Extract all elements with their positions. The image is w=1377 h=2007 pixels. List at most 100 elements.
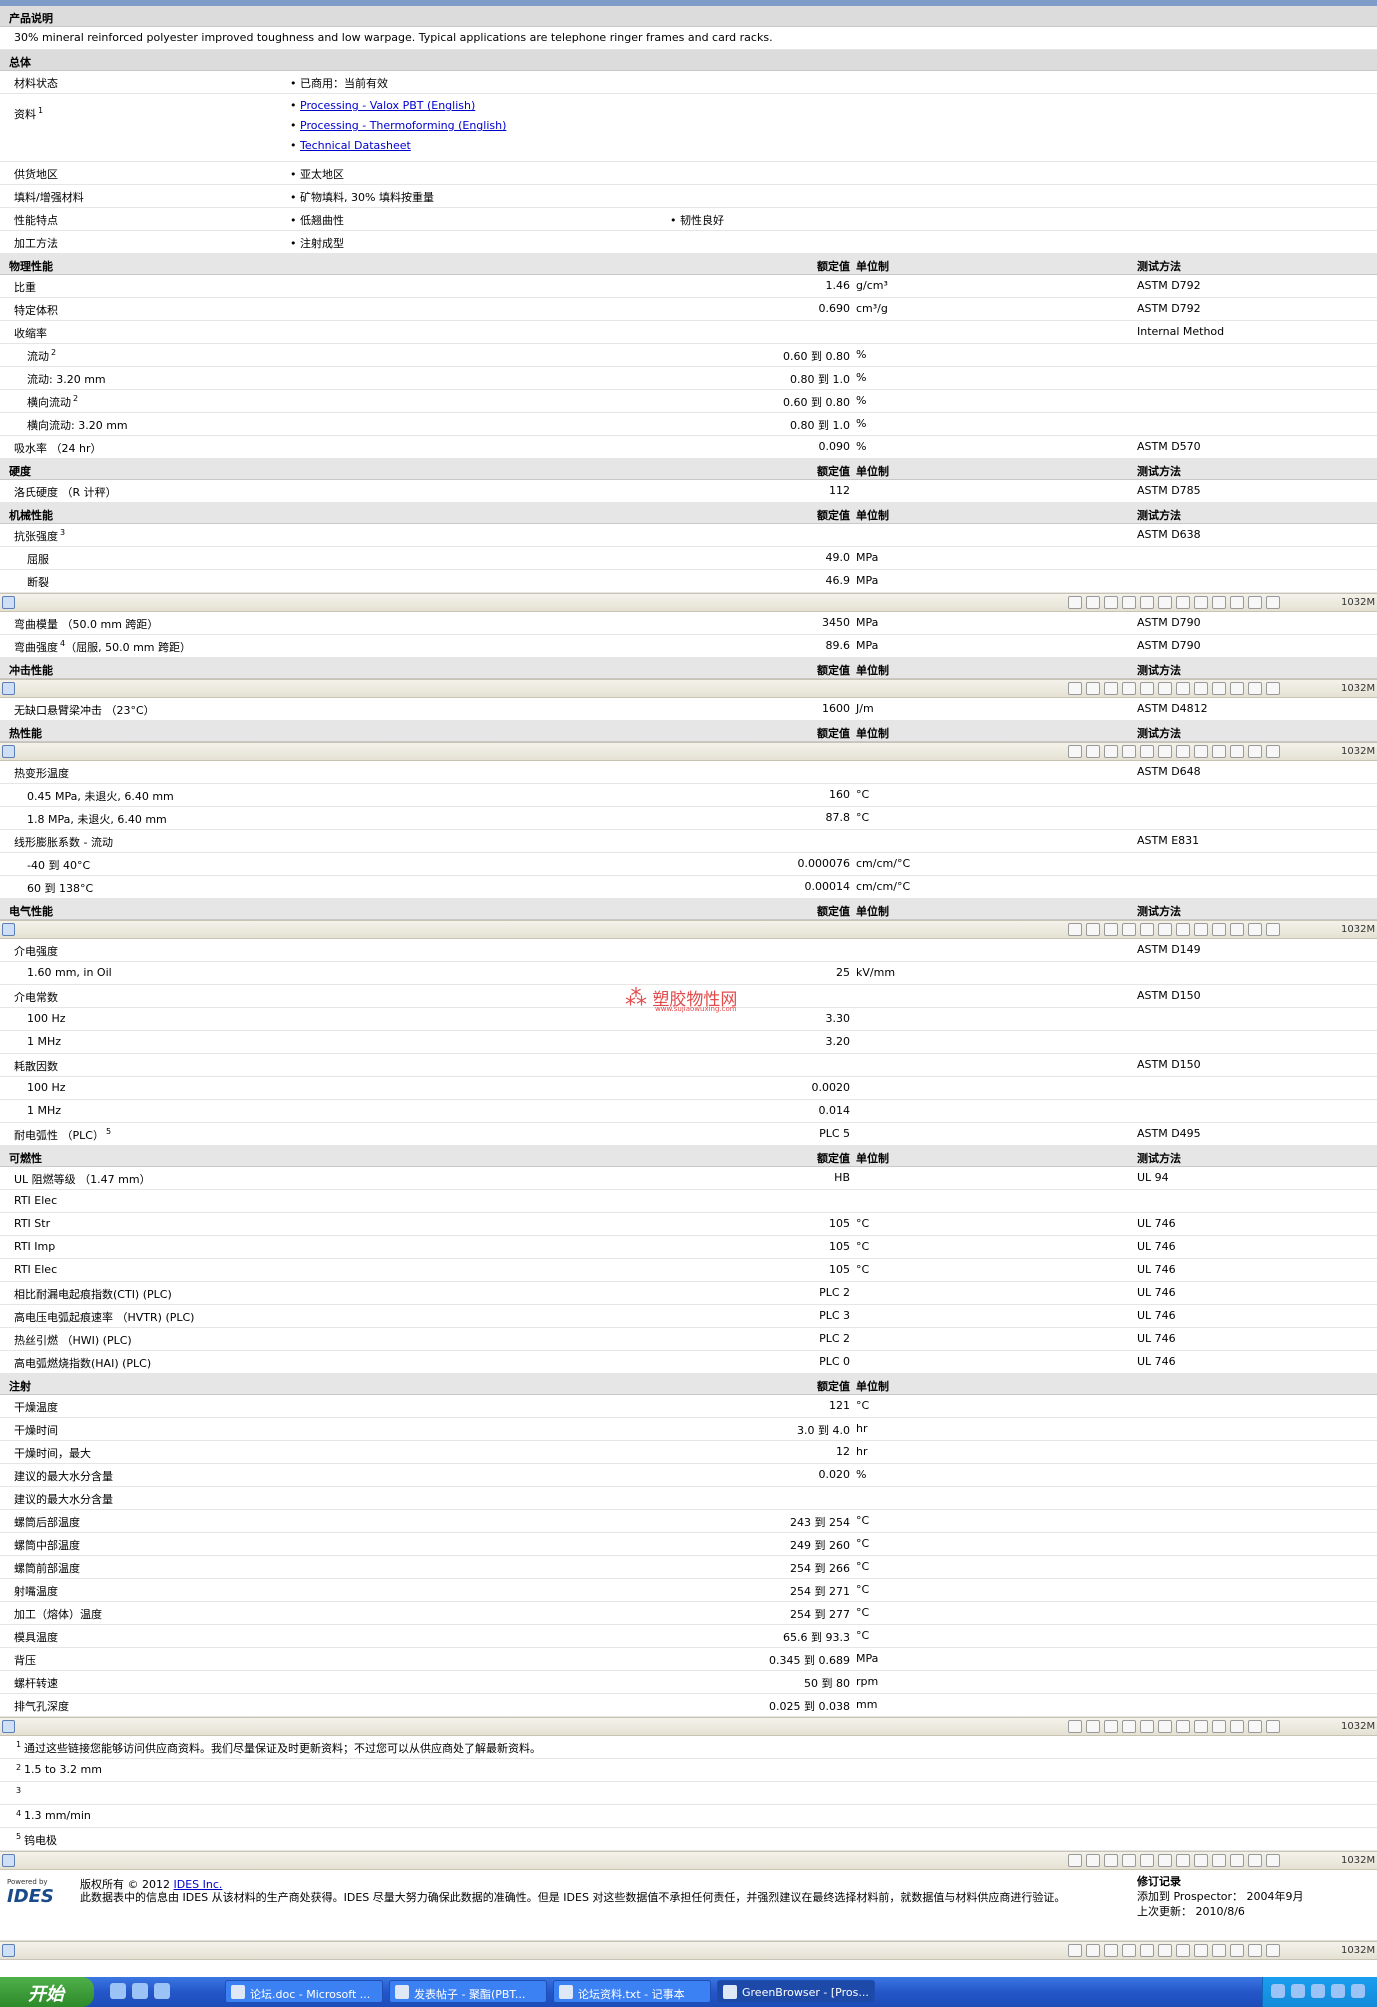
copy-icon[interactable]	[1248, 1854, 1262, 1867]
discuss-icon[interactable]	[1230, 745, 1244, 758]
discuss-icon[interactable]	[1230, 596, 1244, 609]
history-icon[interactable]	[1158, 682, 1172, 695]
stop-icon[interactable]	[1086, 682, 1100, 695]
toolbar-buttons[interactable]	[1068, 745, 1280, 758]
history-icon[interactable]	[1158, 596, 1172, 609]
browser-toolbar[interactable]: 1032M	[0, 1717, 1377, 1736]
discuss-icon[interactable]	[1230, 923, 1244, 936]
refresh-icon[interactable]	[1104, 596, 1118, 609]
refresh-icon[interactable]	[1104, 1854, 1118, 1867]
view-icon[interactable]	[1068, 923, 1082, 936]
search-icon[interactable]	[1266, 923, 1280, 936]
print-icon[interactable]	[1194, 1854, 1208, 1867]
tray-network-icon[interactable]	[1271, 1984, 1285, 1998]
history-icon[interactable]	[1158, 1944, 1172, 1957]
view-icon[interactable]	[1068, 745, 1082, 758]
stop-icon[interactable]	[1086, 923, 1100, 936]
favorite-icon[interactable]	[1140, 682, 1154, 695]
ie-icon[interactable]	[2, 596, 15, 609]
tray-security-icon[interactable]	[1291, 1984, 1305, 1998]
tray-qq-icon[interactable]	[1331, 1984, 1345, 1998]
search-icon[interactable]	[1266, 1720, 1280, 1733]
toolbar-buttons[interactable]	[1068, 1854, 1280, 1867]
home-icon[interactable]	[1122, 923, 1136, 936]
copy-icon[interactable]	[1248, 1944, 1262, 1957]
mail-icon[interactable]	[1176, 682, 1190, 695]
copy-icon[interactable]	[1248, 682, 1262, 695]
ie-icon[interactable]	[2, 1854, 15, 1867]
print-icon[interactable]	[1194, 682, 1208, 695]
task-greenbrowser[interactable]: GreenBrowser - [Pros...	[717, 1980, 875, 2003]
refresh-icon[interactable]	[1104, 682, 1118, 695]
stop-icon[interactable]	[1086, 1720, 1100, 1733]
view-icon[interactable]	[1068, 1944, 1082, 1957]
system-tray[interactable]	[1262, 1977, 1377, 2007]
search-icon[interactable]	[1266, 745, 1280, 758]
mail-icon[interactable]	[1176, 1720, 1190, 1733]
print-icon[interactable]	[1194, 1720, 1208, 1733]
stop-icon[interactable]	[1086, 1854, 1100, 1867]
home-icon[interactable]	[1122, 596, 1136, 609]
print-icon[interactable]	[1194, 745, 1208, 758]
edit-icon[interactable]	[1212, 1854, 1226, 1867]
discuss-icon[interactable]	[1230, 1720, 1244, 1733]
ie-icon[interactable]	[2, 682, 15, 695]
view-icon[interactable]	[1068, 596, 1082, 609]
task-notepad[interactable]: 论坛资料.txt - 记事本	[553, 1980, 711, 2003]
home-icon[interactable]	[1122, 745, 1136, 758]
favorite-icon[interactable]	[1140, 745, 1154, 758]
task-word-doc[interactable]: 论坛.doc - Microsoft ...	[225, 1980, 383, 2003]
mail-icon[interactable]	[1176, 1944, 1190, 1957]
browser-toolbar[interactable]: 1032M	[0, 742, 1377, 761]
toolbar-buttons[interactable]	[1068, 1720, 1280, 1733]
search-icon[interactable]	[1266, 596, 1280, 609]
home-icon[interactable]	[1122, 1944, 1136, 1957]
copy-icon[interactable]	[1248, 1720, 1262, 1733]
mail-icon[interactable]	[1176, 1854, 1190, 1867]
stop-icon[interactable]	[1086, 1944, 1100, 1957]
browser-toolbar[interactable]: 1032M	[0, 1851, 1377, 1870]
home-icon[interactable]	[1122, 1854, 1136, 1867]
stop-icon[interactable]	[1086, 745, 1100, 758]
view-icon[interactable]	[1068, 1854, 1082, 1867]
edit-icon[interactable]	[1212, 1720, 1226, 1733]
search-icon[interactable]	[1266, 1944, 1280, 1957]
ie-icon[interactable]	[2, 745, 15, 758]
favorite-icon[interactable]	[1140, 923, 1154, 936]
view-icon[interactable]	[1068, 1720, 1082, 1733]
discuss-icon[interactable]	[1230, 682, 1244, 695]
print-icon[interactable]	[1194, 1944, 1208, 1957]
refresh-icon[interactable]	[1104, 745, 1118, 758]
view-icon[interactable]	[1068, 682, 1082, 695]
print-icon[interactable]	[1194, 923, 1208, 936]
browser-toolbar[interactable]: 1032M	[0, 593, 1377, 612]
start-button[interactable]: 开始	[0, 1977, 94, 2007]
quicklaunch-media-icon[interactable]	[154, 1983, 170, 1999]
mail-icon[interactable]	[1176, 923, 1190, 936]
history-icon[interactable]	[1158, 1720, 1172, 1733]
home-icon[interactable]	[1122, 1720, 1136, 1733]
edit-icon[interactable]	[1212, 596, 1226, 609]
doc-link-processing-thermoforming[interactable]: Processing - Thermoforming (English)	[290, 119, 506, 132]
quicklaunch-ie-icon[interactable]	[110, 1983, 126, 1999]
toolbar-buttons[interactable]	[1068, 1944, 1280, 1957]
doc-link-processing-valox[interactable]: Processing - Valox PBT (English)	[290, 99, 475, 112]
search-icon[interactable]	[1266, 682, 1280, 695]
refresh-icon[interactable]	[1104, 1944, 1118, 1957]
copy-icon[interactable]	[1248, 596, 1262, 609]
browser-toolbar[interactable]: 1032M	[0, 920, 1377, 939]
ie-icon[interactable]	[2, 1944, 15, 1957]
mail-icon[interactable]	[1176, 596, 1190, 609]
print-icon[interactable]	[1194, 596, 1208, 609]
edit-icon[interactable]	[1212, 745, 1226, 758]
refresh-icon[interactable]	[1104, 923, 1118, 936]
edit-icon[interactable]	[1212, 923, 1226, 936]
refresh-icon[interactable]	[1104, 1720, 1118, 1733]
tray-im-icon[interactable]	[1311, 1984, 1325, 1998]
toolbar-buttons[interactable]	[1068, 923, 1280, 936]
favorite-icon[interactable]	[1140, 596, 1154, 609]
ides-logo[interactable]: Powered by IDES	[7, 1878, 71, 1908]
copy-icon[interactable]	[1248, 745, 1262, 758]
ides-company-link[interactable]: IDES Inc.	[174, 1878, 223, 1891]
browser-toolbar[interactable]: 1032M	[0, 679, 1377, 698]
